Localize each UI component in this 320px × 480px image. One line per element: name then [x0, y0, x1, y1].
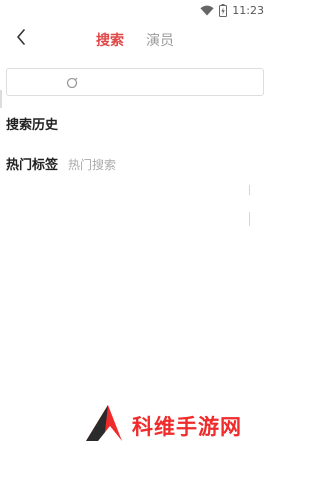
tab-bar: 搜索 演员: [96, 20, 174, 60]
search-box[interactable]: [6, 68, 264, 96]
hot-tag[interactable]: 热门搜索: [68, 156, 116, 173]
edge-marker: [0, 90, 2, 108]
scroll-indicator-top: [249, 185, 250, 195]
search-input[interactable]: [15, 73, 64, 93]
tab-search[interactable]: 搜索: [96, 30, 124, 50]
wifi-icon: [200, 5, 214, 16]
search-history-title: 搜索历史: [6, 118, 59, 133]
hot-tags-title: 热门标签: [6, 158, 59, 173]
watermark: 科维手游网: [84, 404, 242, 448]
header: 搜索 演员: [0, 20, 270, 60]
battery-charging-icon: [219, 3, 228, 17]
back-button[interactable]: [10, 28, 32, 50]
chevron-left-icon: [16, 29, 26, 49]
status-bar: 11:23: [0, 0, 270, 20]
watermark-text: 科维手游网: [132, 415, 242, 439]
tab-actors[interactable]: 演员: [146, 30, 174, 50]
hot-tags-row: 热门标签 热门搜索: [6, 154, 116, 173]
scroll-indicator-bottom: [249, 212, 250, 226]
search-icon[interactable]: [65, 75, 79, 89]
status-time: 11:23: [232, 3, 264, 17]
watermark-logo: [84, 404, 128, 448]
status-icons: 11:23: [200, 2, 264, 18]
